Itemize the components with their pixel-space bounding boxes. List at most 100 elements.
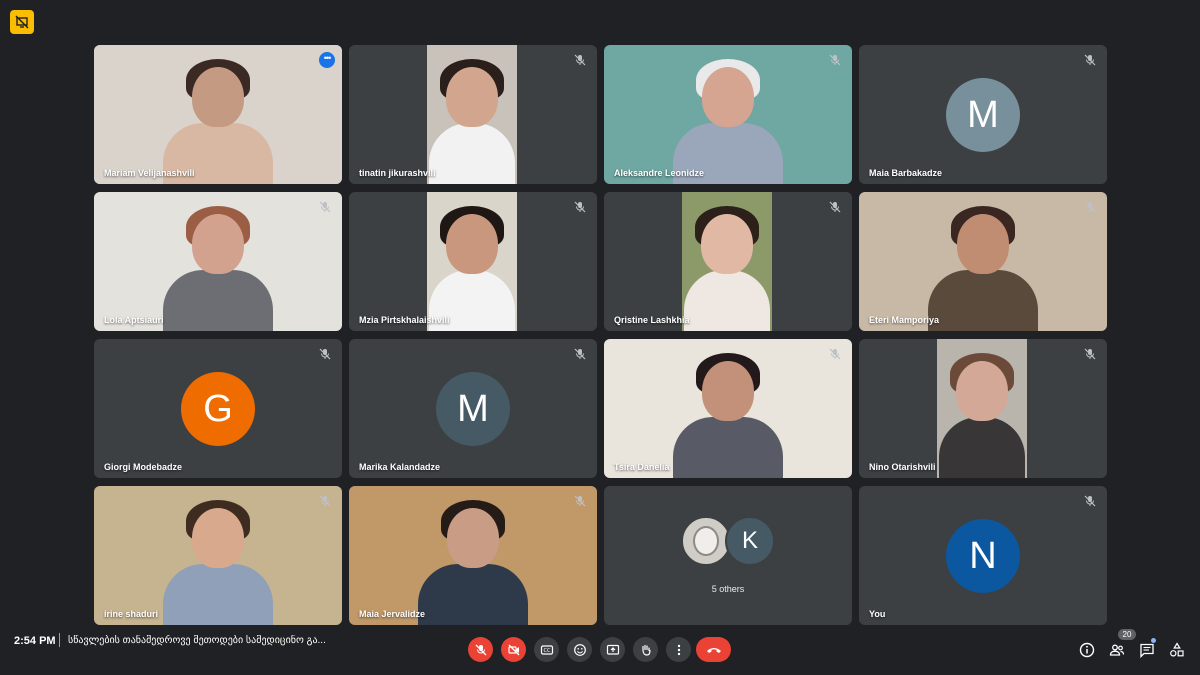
svg-text:CC: CC: [543, 648, 550, 654]
raise-hand-button[interactable]: [633, 637, 658, 662]
divider: [59, 633, 60, 647]
participant-name: Qristine Lashkhia: [614, 315, 690, 325]
participant-name: tinatin jikurashvili: [359, 168, 436, 178]
others-label: 5 others: [711, 584, 745, 594]
video-feed: [859, 192, 1107, 331]
participant-tile[interactable]: tinatin jikurashvili: [349, 45, 597, 184]
mic-off-icon: [828, 53, 842, 67]
end-call-icon: [706, 645, 722, 655]
mic-off-icon: [573, 347, 587, 361]
mic-off-icon: [828, 347, 842, 361]
participant-tile[interactable]: Mzia Pirtskhalaishvili: [349, 192, 597, 331]
more-options-button[interactable]: [666, 637, 691, 662]
participant-grid: ••• Mariam Velijanashvili tinatin jikurash…: [94, 45, 1107, 625]
camera-off-icon: [507, 643, 521, 657]
participant-name: Giorgi Modebadze: [104, 462, 183, 472]
participant-tile[interactable]: N You: [859, 486, 1107, 625]
participant-silhouette: [163, 500, 273, 625]
participant-name: Marika Kalandadze: [359, 462, 441, 472]
video-feed: [427, 192, 517, 331]
raise-hand-icon: [639, 643, 653, 657]
mic-off-icon: [318, 347, 332, 361]
camera-off-button[interactable]: [501, 637, 526, 662]
participant-silhouette: [429, 206, 515, 331]
video-feed: [937, 339, 1027, 478]
participant-silhouette: [673, 353, 783, 478]
participants-count-badge: 20: [1118, 629, 1136, 640]
participant-silhouette: [163, 206, 273, 331]
video-feed: [682, 192, 772, 331]
participant-name: Nino Otarishvili: [869, 462, 936, 472]
mic-off-icon: [1083, 200, 1097, 214]
participant-silhouette: [939, 353, 1025, 478]
video-feed: [94, 192, 342, 331]
avatar: K: [725, 516, 775, 566]
info-icon[interactable]: [1078, 641, 1096, 659]
mic-off-icon: [474, 643, 488, 657]
mic-off-icon: [573, 494, 587, 508]
video-feed: [94, 486, 342, 625]
video-feed: [604, 45, 852, 184]
participant-tile[interactable]: Tsira Danelia: [604, 339, 852, 478]
avatar: N: [946, 519, 1020, 593]
participant-name: Maia Jervalidze: [359, 609, 426, 619]
participant-silhouette: [928, 206, 1038, 331]
mic-off-button[interactable]: [468, 637, 493, 662]
captions-button[interactable]: CC: [534, 637, 559, 662]
participant-silhouette: [673, 59, 783, 184]
participant-tile[interactable]: G Giorgi Modebadze: [94, 339, 342, 478]
mic-off-icon: [573, 53, 587, 67]
video-feed: [349, 486, 597, 625]
end-call-button[interactable]: [696, 637, 731, 662]
mic-off-icon: [1083, 494, 1097, 508]
participant-tile[interactable]: M Marika Kalandadze: [349, 339, 597, 478]
activities-icon[interactable]: [1168, 641, 1186, 659]
participant-name: Mariam Velijanashvili: [104, 168, 195, 178]
emoji-button[interactable]: [567, 637, 592, 662]
participant-tile[interactable]: Qristine Lashkhia: [604, 192, 852, 331]
participant-silhouette: [418, 500, 528, 625]
participant-name: Eteri Mamporiya: [869, 315, 940, 325]
mic-off-icon: [573, 200, 587, 214]
meeting-title: სწავლების თანამედროვე მეთოდები სამედიცინ…: [68, 635, 326, 646]
participant-name: Tsira Danelia: [614, 462, 670, 472]
more-options-icon[interactable]: •••: [319, 52, 335, 68]
present-button[interactable]: [600, 637, 625, 662]
presentation-off-icon[interactable]: [10, 10, 34, 34]
mic-off-icon: [1083, 347, 1097, 361]
mic-off-icon: [1083, 53, 1097, 67]
clock: 2:54 PM: [14, 635, 56, 647]
mic-off-icon: [828, 200, 842, 214]
participant-tile[interactable]: K 5 others: [604, 486, 852, 625]
mic-off-icon: [318, 494, 332, 508]
participant-name: You: [869, 609, 886, 619]
participant-name: Maia Barbakadze: [869, 168, 943, 178]
participant-tile[interactable]: Eteri Mamporiya: [859, 192, 1107, 331]
others-avatars: K: [604, 516, 852, 566]
participant-silhouette: [429, 59, 515, 184]
participant-tile[interactable]: M Maia Barbakadze: [859, 45, 1107, 184]
participant-tile[interactable]: irine shaduri: [94, 486, 342, 625]
participant-tile[interactable]: Aleksandre Leonidze: [604, 45, 852, 184]
participant-tile[interactable]: ••• Mariam Velijanashvili: [94, 45, 342, 184]
participant-silhouette: [684, 206, 770, 331]
people-icon[interactable]: [1108, 641, 1126, 659]
mic-off-icon: [318, 200, 332, 214]
participant-tile[interactable]: Nino Otarishvili: [859, 339, 1107, 478]
participant-name: Lola Aptsiauri: [104, 315, 164, 325]
avatar: M: [436, 372, 510, 446]
video-feed: [427, 45, 517, 184]
participant-tile[interactable]: Maia Jervalidze: [349, 486, 597, 625]
video-feed: [94, 45, 342, 184]
more-options-icon: [672, 643, 686, 657]
participant-name: Aleksandre Leonidze: [614, 168, 705, 178]
avatar-photo: [681, 516, 731, 566]
captions-icon: CC: [540, 643, 554, 657]
participant-name: Mzia Pirtskhalaishvili: [359, 315, 450, 325]
avatar: G: [181, 372, 255, 446]
participant-name: irine shaduri: [104, 609, 159, 619]
participant-silhouette: [163, 59, 273, 184]
avatar: M: [946, 78, 1020, 152]
participant-tile[interactable]: Lola Aptsiauri: [94, 192, 342, 331]
chat-icon[interactable]: [1138, 641, 1156, 659]
